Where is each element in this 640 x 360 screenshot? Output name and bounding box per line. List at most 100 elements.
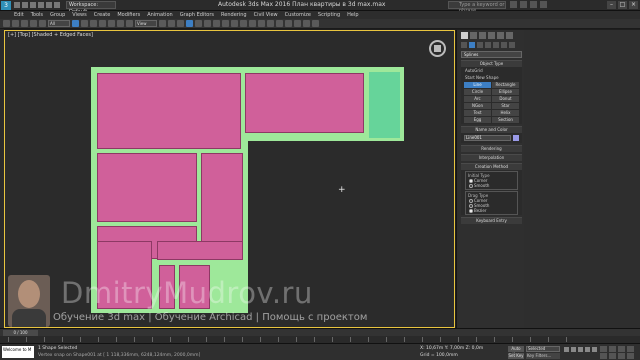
select-scale-icon[interactable] xyxy=(126,20,133,27)
utilities-tab-icon[interactable] xyxy=(506,32,513,39)
spinner-snap-icon[interactable] xyxy=(213,20,220,27)
rendered-frame-window-icon[interactable] xyxy=(303,20,310,27)
open-icon[interactable] xyxy=(22,2,28,8)
menu-animation[interactable]: Animation xyxy=(147,12,173,18)
link-icon[interactable] xyxy=(21,20,28,27)
keyboard-shortcut-icon[interactable] xyxy=(177,20,184,27)
layer-explorer-icon[interactable] xyxy=(249,20,256,27)
track-bar[interactable] xyxy=(0,336,640,343)
coordinate-display[interactable]: X: 10,67m Y: 7,00m Z: 0,0m xyxy=(420,346,483,351)
zoom-extents-all-icon[interactable] xyxy=(627,346,634,352)
menu-rendering[interactable]: Rendering xyxy=(221,12,247,18)
object-color-swatch[interactable] xyxy=(513,135,519,141)
balcony[interactable] xyxy=(369,72,400,138)
menu-group[interactable]: Group xyxy=(50,12,65,18)
line-button[interactable]: Line xyxy=(464,82,491,88)
play-icon[interactable] xyxy=(578,347,583,352)
cameras-icon[interactable] xyxy=(485,42,491,48)
auto-key-button[interactable]: Auto Key xyxy=(508,346,524,357)
redo-tool-icon[interactable] xyxy=(12,20,19,27)
undo-tool-icon[interactable] xyxy=(3,20,10,27)
hierarchy-tab-icon[interactable] xyxy=(479,32,486,39)
align-icon[interactable] xyxy=(240,20,247,27)
helix-button[interactable]: Helix xyxy=(492,110,519,116)
room-middle-left[interactable] xyxy=(97,153,197,222)
star-icon[interactable] xyxy=(520,1,527,8)
shapes-icon[interactable] xyxy=(469,42,475,48)
go-to-end-icon[interactable] xyxy=(592,347,597,352)
menu-create[interactable]: Create xyxy=(94,12,111,18)
project-icon[interactable] xyxy=(54,2,60,8)
ellipse-button[interactable]: Ellipse xyxy=(492,89,519,95)
minimize-icon[interactable]: – xyxy=(607,1,616,9)
creation-method-header[interactable]: Creation Method xyxy=(461,164,522,170)
menu-views[interactable]: Views xyxy=(72,12,86,18)
systems-icon[interactable] xyxy=(509,42,515,48)
app-logo-icon[interactable]: 3 xyxy=(1,0,11,10)
top-viewport[interactable]: [+] [Top] [Shaded + Edged Faces] + Dmitr… xyxy=(4,30,455,328)
bind-spacewarp-icon[interactable] xyxy=(39,20,46,27)
pan-icon[interactable] xyxy=(609,353,616,359)
menu-civil-view[interactable]: Civil View xyxy=(254,12,278,18)
pivot-center-icon[interactable] xyxy=(159,20,166,27)
menu-help[interactable]: Help xyxy=(347,12,358,18)
maximize-icon[interactable]: □ xyxy=(618,1,627,9)
new-icon[interactable] xyxy=(14,2,20,8)
room-top-right[interactable] xyxy=(245,73,364,133)
motion-tab-icon[interactable] xyxy=(488,32,495,39)
mirror-icon[interactable] xyxy=(231,20,238,27)
egg-button[interactable]: Egg xyxy=(464,117,491,123)
window-crossing-icon[interactable] xyxy=(99,20,106,27)
keyboard-entry-header[interactable]: Keyboard Entry xyxy=(461,218,522,224)
user-icon[interactable] xyxy=(530,1,537,8)
rectangular-selection-icon[interactable] xyxy=(90,20,97,27)
category-dropdown[interactable]: Splines xyxy=(461,51,522,58)
zoom-all-icon[interactable] xyxy=(609,346,616,352)
maxscript-listener[interactable]: Welcome to M xyxy=(2,346,34,358)
set-key-button[interactable]: Set Key xyxy=(508,353,524,359)
zoom-icon[interactable] xyxy=(600,346,607,352)
orbit-icon[interactable] xyxy=(618,353,625,359)
create-tab-icon[interactable] xyxy=(461,32,468,39)
helpers-icon[interactable] xyxy=(493,42,499,48)
display-tab-icon[interactable] xyxy=(497,32,504,39)
schematic-view-icon[interactable] xyxy=(276,20,283,27)
start-new-shape-checkbox[interactable]: Start New Shape xyxy=(461,74,522,81)
object-name-field[interactable]: Line001 xyxy=(464,135,511,141)
material-editor-icon[interactable] xyxy=(285,20,292,27)
viewcube-icon[interactable] xyxy=(429,40,446,57)
room-hall[interactable] xyxy=(157,241,243,260)
viewport-label[interactable]: [+] [Top] [Shaded + Edged Faces] xyxy=(8,32,93,38)
curve-editor-icon[interactable] xyxy=(267,20,274,27)
menu-tools[interactable]: Tools xyxy=(31,12,43,18)
snaps-toggle-icon[interactable] xyxy=(186,20,193,27)
previous-frame-icon[interactable] xyxy=(571,347,576,352)
help-icon[interactable] xyxy=(540,1,547,8)
render-production-icon[interactable] xyxy=(312,20,319,27)
room-top-left[interactable] xyxy=(97,73,241,149)
undo-icon[interactable] xyxy=(38,2,44,8)
star-button[interactable]: Star xyxy=(492,103,519,109)
donut-button[interactable]: Donut xyxy=(492,96,519,102)
menu-edit[interactable]: Edit xyxy=(14,12,24,18)
render-setup-icon[interactable] xyxy=(294,20,301,27)
reference-coordinate-dropdown[interactable]: View xyxy=(135,20,157,27)
menu-graph-editors[interactable]: Graph Editors xyxy=(180,12,214,18)
initial-smooth-radio[interactable]: Smooth xyxy=(468,183,515,188)
select-rotate-icon[interactable] xyxy=(117,20,124,27)
select-move-icon[interactable] xyxy=(108,20,115,27)
angle-snap-icon[interactable] xyxy=(195,20,202,27)
toggle-ribbon-icon[interactable] xyxy=(258,20,265,27)
save-icon[interactable] xyxy=(30,2,36,8)
selection-filter-dropdown[interactable]: All xyxy=(48,20,70,27)
modify-tab-icon[interactable] xyxy=(470,32,477,39)
select-object-icon[interactable] xyxy=(72,20,79,27)
edit-named-selection-icon[interactable] xyxy=(222,20,229,27)
select-manipulate-icon[interactable] xyxy=(168,20,175,27)
menu-modifiers[interactable]: Modifiers xyxy=(117,12,140,18)
autogrid-checkbox[interactable]: AutoGrid xyxy=(461,67,522,74)
maximize-viewport-icon[interactable] xyxy=(627,353,634,359)
workspace-dropdown[interactable]: Workspace: Default xyxy=(66,1,116,15)
section-button[interactable]: Section xyxy=(492,117,519,123)
ngon-button[interactable]: NGon xyxy=(464,103,491,109)
